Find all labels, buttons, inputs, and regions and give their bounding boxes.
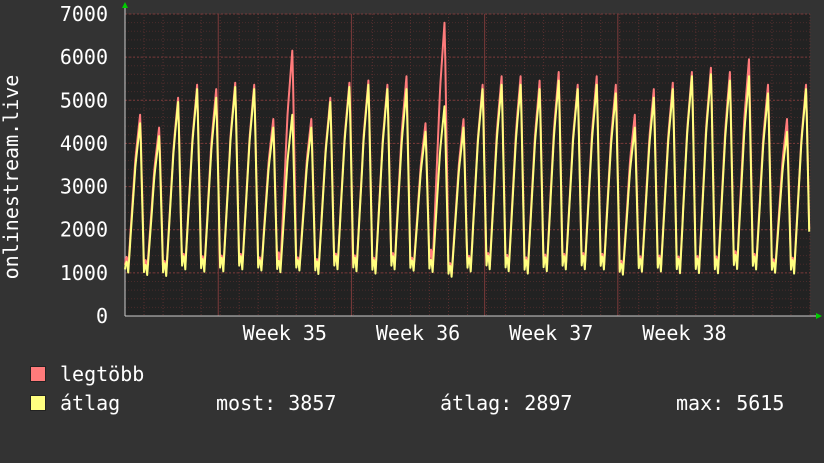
legend-swatch-atlag: [30, 395, 46, 411]
y-tick-label: 0: [96, 304, 108, 328]
x-axis-arrow: [816, 313, 822, 319]
legend-swatch-legtobb: [30, 366, 46, 382]
legend-label: átlag: [60, 391, 121, 415]
y-tick-label: 2000: [60, 218, 108, 242]
stat-atlag: átlag: 2897: [440, 391, 573, 415]
x-tick-label: Week 35: [243, 321, 327, 345]
legend-item-atlag: átlag: [30, 391, 120, 415]
y-tick-label: 5000: [60, 88, 108, 112]
y-tick-label: 4000: [60, 131, 108, 155]
stat-most: most: 3857: [216, 391, 337, 415]
y-axis-label: onlinestream.live: [0, 74, 23, 280]
x-tick-label: Week 36: [376, 321, 460, 345]
legend-item-legtobb: legtöbb: [30, 362, 144, 386]
x-tick-label: Week 37: [509, 321, 593, 345]
y-tick-label: 7000: [60, 2, 108, 26]
y-tick-label: 1000: [60, 261, 108, 285]
x-tick-label: Week 38: [642, 321, 726, 345]
y-axis-arrow: [122, 2, 128, 8]
y-tick-label: 6000: [60, 45, 108, 69]
legend-label: legtöbb: [60, 362, 145, 386]
stat-max: max: 5615: [676, 391, 785, 415]
chart: 0 1000 2000 3000 4000 5000 6000 7000 Week 35 Week…: [60, 2, 822, 345]
y-tick-label: 3000: [60, 175, 108, 199]
